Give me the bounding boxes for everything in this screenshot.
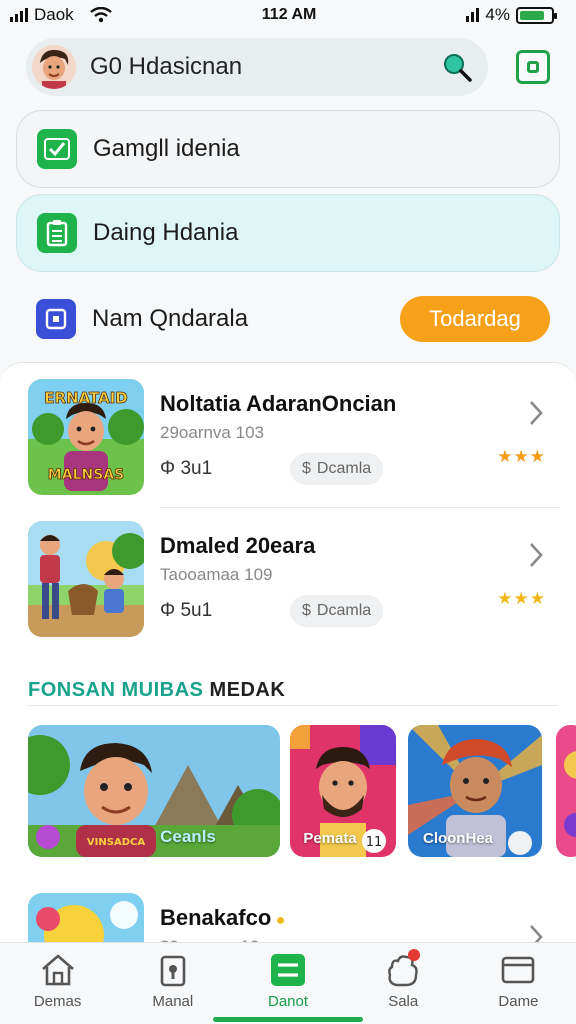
- card-label: CloonHea: [422, 830, 493, 847]
- featured-card[interactable]: [556, 725, 576, 857]
- menu-card-daily[interactable]: Daing Hdania: [16, 194, 560, 272]
- card-label: Pemata: [303, 830, 357, 847]
- list-item[interactable]: ERNATAID MALNSAS Noltatia AdaranOncian 2…: [28, 379, 558, 495]
- battery-icon: [516, 6, 557, 24]
- list-item-subtitle: Taooamaa 109: [160, 565, 273, 584]
- game-thumbnail: [28, 521, 144, 637]
- rating-stars: ★★★: [497, 447, 546, 466]
- status-time: 112 AM: [261, 6, 317, 23]
- tab-label: Danot: [267, 993, 309, 1010]
- tab-current[interactable]: Danot: [213, 943, 363, 1024]
- square-icon: [36, 299, 76, 339]
- menu-card-label: Daing Hdania: [93, 219, 239, 246]
- rating-stars: ★★★: [497, 589, 546, 608]
- status-bar: Daok 112 AM 4%: [0, 0, 576, 30]
- dollar-icon: $: [302, 460, 311, 477]
- status-right: 4%: [466, 5, 557, 25]
- tab-home[interactable]: Demas: [0, 943, 115, 1024]
- tab-sale[interactable]: Sala: [346, 943, 461, 1024]
- list-item-title: Benakafco ●: [160, 905, 286, 930]
- list-item-body: Dmaled 20eara Taooamaa 109 Φ 5u1 $ Dcaml…: [160, 521, 558, 637]
- carrier-label: Daok: [34, 5, 74, 24]
- active-tab-indicator: [213, 1017, 363, 1022]
- search-icon[interactable]: [440, 50, 474, 84]
- status-left: Daok: [10, 5, 112, 25]
- nav-row: Nam Qndarala Todardag: [36, 296, 550, 342]
- signal-icon: [10, 8, 28, 22]
- lock-icon: [160, 955, 186, 987]
- section-title-green: FONSAN MUIBAS: [28, 679, 204, 701]
- tab-label: Dame: [498, 993, 539, 1010]
- tab-label: Demas: [33, 993, 82, 1010]
- thumb-subtitle: MALNSAS: [48, 467, 124, 483]
- category-pill[interactable]: $ Dcamla: [290, 453, 384, 485]
- today-button[interactable]: Todardag: [400, 296, 550, 342]
- section-title-dark: MEDAK: [209, 679, 286, 701]
- section-title: FONSAN MUIBAS MEDAK: [28, 679, 285, 702]
- card-icon: [502, 956, 535, 984]
- list-item-count: Φ 3u1: [160, 458, 213, 479]
- search-value: G0 Hdasicnan: [90, 53, 243, 80]
- dollar-icon: $: [302, 602, 311, 619]
- tab-bar: Demas Manal Danot Sala Dame: [0, 942, 576, 1024]
- tab-label: Sala: [388, 993, 419, 1010]
- wifi-icon: [89, 7, 112, 23]
- featured-card[interactable]: CloonHea: [408, 725, 542, 857]
- search-input[interactable]: G0 Hdasicnan: [26, 38, 488, 96]
- menu-card-label: Gamgll idenia: [93, 135, 240, 162]
- featured-card[interactable]: 11 Pemata: [290, 725, 396, 857]
- tab-label: Manal: [152, 993, 194, 1010]
- category-pill-label: Dcamla: [316, 602, 372, 619]
- list-item-count: Φ 5u1: [160, 600, 213, 621]
- list-item-title: Noltatia AdaranOncian: [160, 391, 397, 416]
- list-item-title: Dmaled 20eara: [160, 533, 316, 558]
- divider: [28, 705, 558, 706]
- category-pill-label: Dcamla: [316, 460, 372, 477]
- notification-badge: [407, 949, 420, 961]
- content-sheet: ERNATAID MALNSAS Noltatia AdaranOncian 2…: [0, 362, 576, 1003]
- featured-card[interactable]: VINSADCA Ceanls: [28, 725, 280, 857]
- menu-icon: [271, 954, 305, 986]
- search-row: G0 Hdasicnan: [26, 38, 556, 96]
- tab-game[interactable]: Dame: [461, 943, 576, 1024]
- chevron-right-icon[interactable]: [528, 399, 544, 427]
- clipboard-icon: [37, 213, 77, 253]
- tab-manual[interactable]: Manal: [115, 943, 230, 1024]
- signal-icon: [466, 8, 480, 22]
- battery-percent: 4%: [485, 5, 510, 24]
- nav-row-label: Nam Qndarala: [92, 305, 249, 332]
- check-icon: [37, 129, 77, 169]
- menu-card-games[interactable]: Gamgll idenia: [16, 110, 560, 188]
- game-thumbnail: ERNATAID MALNSAS: [28, 379, 144, 495]
- list-item-body: Noltatia AdaranOncian 29oarnva 103 Φ 3u1…: [160, 379, 558, 495]
- home-icon: [41, 954, 74, 986]
- card-label: Ceanls: [160, 827, 216, 846]
- avatar[interactable]: [32, 45, 76, 89]
- thumb-title: ERNATAID: [44, 389, 128, 407]
- list-item-subtitle: 29oarnva 103: [160, 423, 264, 442]
- divider: [160, 507, 560, 508]
- chevron-right-icon[interactable]: [528, 541, 544, 569]
- qr-icon[interactable]: [516, 50, 550, 84]
- category-pill[interactable]: $ Dcamla: [290, 595, 384, 627]
- list-item[interactable]: Dmaled 20eara Taooamaa 109 Φ 5u1 $ Dcaml…: [28, 521, 558, 637]
